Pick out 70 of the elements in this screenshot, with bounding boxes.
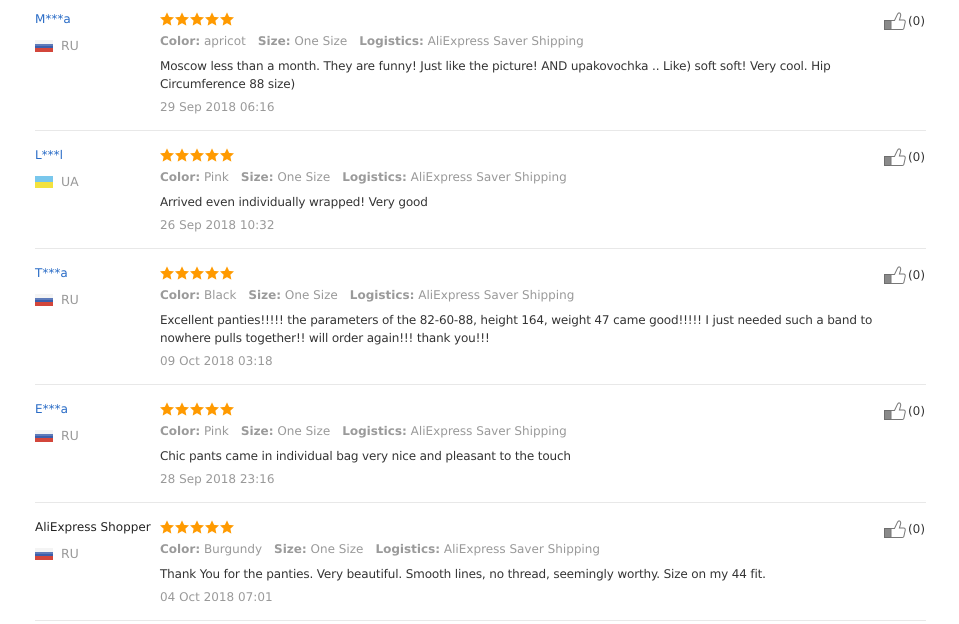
reviewer-name-link[interactable]: E***a [35,401,68,417]
star-icon [175,520,189,534]
review-text: Moscow less than a month. They are funny! Just like the picture! AND upakovochka .. Like) soft soft! Very cool. Hip Circumference 88 size) [160,58,832,93]
like-button[interactable]: (0) [884,148,925,166]
reviewer-name-link[interactable]: L***l [35,147,64,163]
country-code: RU [61,545,79,563]
like-button[interactable]: (0) [884,12,925,30]
thumbs-up-icon [884,266,906,284]
star-icon [220,266,234,280]
attribute-text: Logistics: AliExpress Saver Shipping [350,287,574,304]
star-icon [160,12,174,26]
attribute-text: Size: One Size [274,541,364,558]
thumbs-up-icon [884,12,906,30]
review-date: 26 Sep 2018 10:32 [160,217,274,234]
like-button[interactable]: (0) [884,266,925,284]
star-icon [160,520,174,534]
star-icon [220,148,234,162]
attribute-text: Size: One Size [240,169,330,186]
star-icon [175,402,189,416]
star-icon [160,402,174,416]
star-icon [205,12,219,26]
thumbs-up-icon [884,402,906,420]
star-icon [190,402,204,416]
attribute-text: Logistics: AliExpress Saver Shipping [375,541,600,558]
attribute-text: Color: Burgundy [160,541,262,558]
thumbs-up-icon [884,148,906,166]
review-date: 29 Sep 2018 06:16 [160,99,274,116]
review-text: Thank You for the panties. Very beautiful. Smooth lines, no thread, seemingly worthy. Size on my 44 fit. [160,566,767,583]
star-icon [220,520,234,534]
star-icon [190,520,204,534]
attribute-text: Size: One Size [248,287,338,304]
review-text: Chic pants came in individual bag very nice and pleasant to the touch [160,448,572,465]
review-date: 04 Oct 2018 07:01 [160,589,273,606]
like-button[interactable]: (0) [884,520,925,538]
star-icon [220,12,234,26]
star-icon [205,266,219,280]
reviewer-name-link[interactable]: M***a [35,11,71,27]
country-code: RU [61,291,79,309]
like-button[interactable]: (0) [884,402,925,420]
review-date: 09 Oct 2018 03:18 [160,353,273,370]
country-code: RU [61,427,79,445]
star-icon [175,148,189,162]
country-code: UA [61,173,79,191]
star-icon [205,402,219,416]
star-icon [205,148,219,162]
attribute-text: Logistics: AliExpress Saver Shipping [342,169,567,186]
star-icon [160,148,174,162]
review-date: 28 Sep 2018 23:16 [160,471,274,488]
star-icon [175,12,189,26]
reviewer-name: AliExpress Shopper [35,519,151,535]
star-icon [190,148,204,162]
attribute-text: Size: One Size [240,423,330,440]
star-icon [160,266,174,280]
star-icon [175,266,189,280]
review-text: Arrived even individually wrapped! Very good [160,194,429,211]
attribute-text: Color: Pink [160,169,229,186]
attribute-text: Color: Pink [160,423,229,440]
star-icon [205,520,219,534]
attribute-text: Color: apricot [160,33,246,50]
review-text: Excellent panties!!!!! the parameters of the 82-60-88, height 164, weight 47 came good!!!!! I just needed such a band to nowhere pulls together!! will order again!!! thank you!!! [160,312,874,347]
country-code: RU [61,37,79,55]
attribute-text: Color: Black [160,287,236,304]
thumbs-up-icon [884,520,906,538]
star-icon [220,402,234,416]
star-icon [190,266,204,280]
attribute-text: Logistics: AliExpress Saver Shipping [342,423,567,440]
attribute-text: Size: One Size [258,33,348,50]
reviewer-name-link[interactable]: T***a [35,265,68,281]
attribute-text: Logistics: AliExpress Saver Shipping [359,33,584,50]
star-icon [190,12,204,26]
